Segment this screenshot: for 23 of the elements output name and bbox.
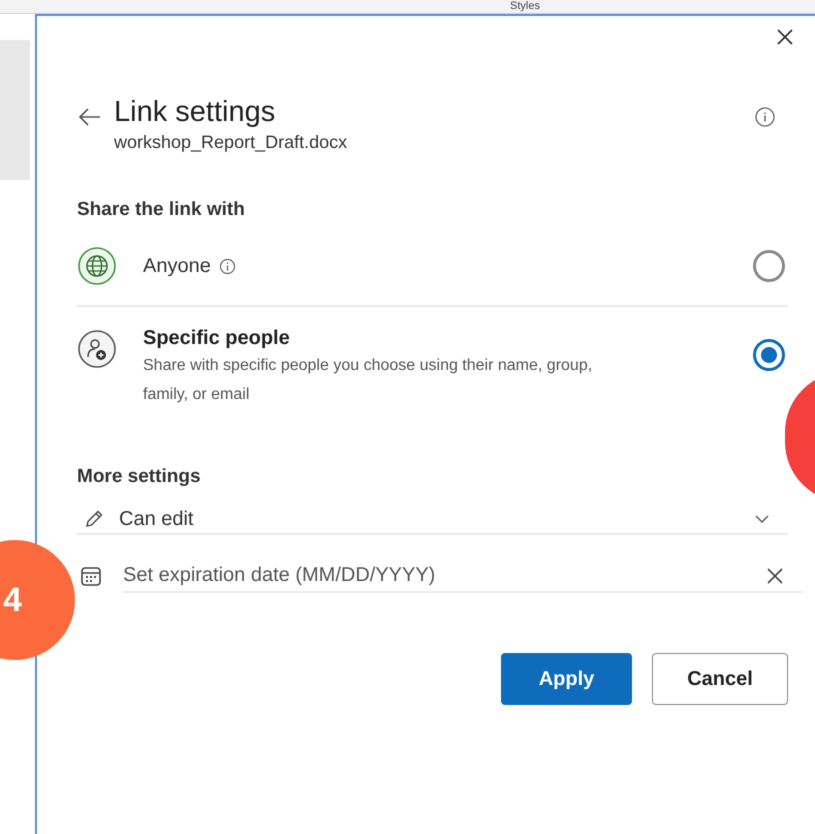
info-icon[interactable]: [754, 106, 776, 128]
ribbon-label: Styles: [510, 0, 540, 13]
radio-button[interactable]: [753, 250, 785, 282]
info-icon[interactable]: [218, 258, 236, 274]
people-add-icon: [77, 329, 117, 369]
calendar-icon: [79, 564, 103, 588]
section-heading: Share the link with: [77, 198, 246, 222]
apply-button[interactable]: Apply: [501, 653, 632, 705]
clear-icon[interactable]: [766, 567, 784, 585]
option-description: Share with specific people you choose using their name, group, family, or email: [143, 356, 594, 405]
back-button[interactable]: [77, 106, 103, 128]
globe-icon: [77, 246, 117, 286]
file-name: workshop_Report_Draft.docx: [114, 131, 348, 154]
pencil-icon: [83, 508, 105, 530]
section-heading: More settings: [77, 465, 202, 489]
cancel-button[interactable]: Cancel: [652, 653, 788, 705]
option-label: Specific people: [143, 326, 290, 351]
chevron-down-icon: [754, 514, 770, 524]
option-label: Anyone: [143, 254, 211, 279]
dialog-title: Link settings: [114, 95, 276, 130]
expiration-date-field[interactable]: Set expiration date (MM/DD/YYYY): [123, 559, 802, 593]
radio-button[interactable]: [753, 339, 785, 371]
permission-dropdown[interactable]: Can edit: [77, 505, 788, 535]
